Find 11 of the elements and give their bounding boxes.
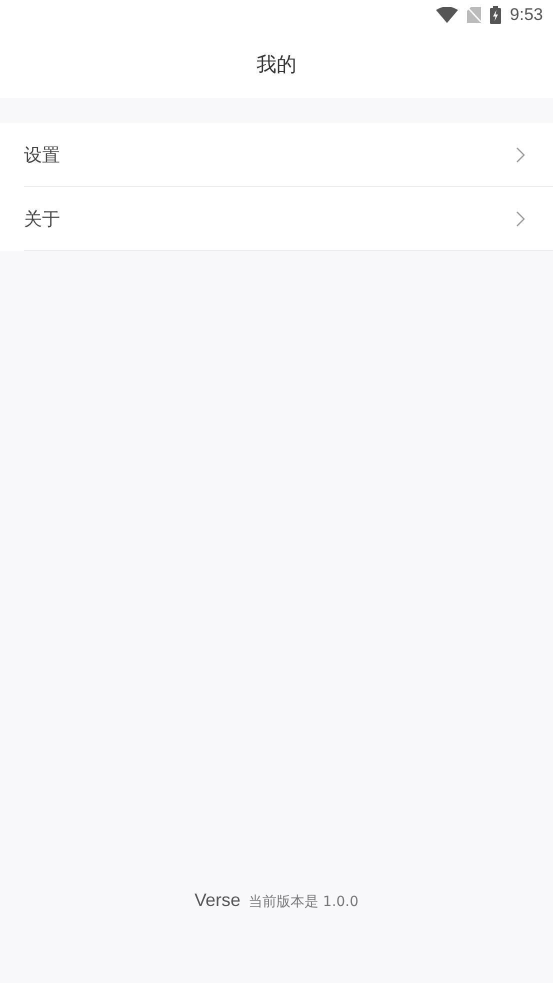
menu-item[interactable]: 设置 <box>24 123 553 187</box>
app-name: Verse <box>194 890 240 911</box>
chevron-right-icon <box>516 210 525 226</box>
version-text: 当前版本是 1.0.0 <box>248 893 359 911</box>
no-sim-icon <box>466 7 481 23</box>
status-time: 9:53 <box>510 5 543 25</box>
chevron-right-icon <box>516 146 525 162</box>
battery-charging-icon <box>490 6 501 24</box>
wifi-icon <box>436 7 458 23</box>
page-title: 我的 <box>256 50 296 78</box>
menu-item[interactable]: 关于 <box>24 187 553 251</box>
